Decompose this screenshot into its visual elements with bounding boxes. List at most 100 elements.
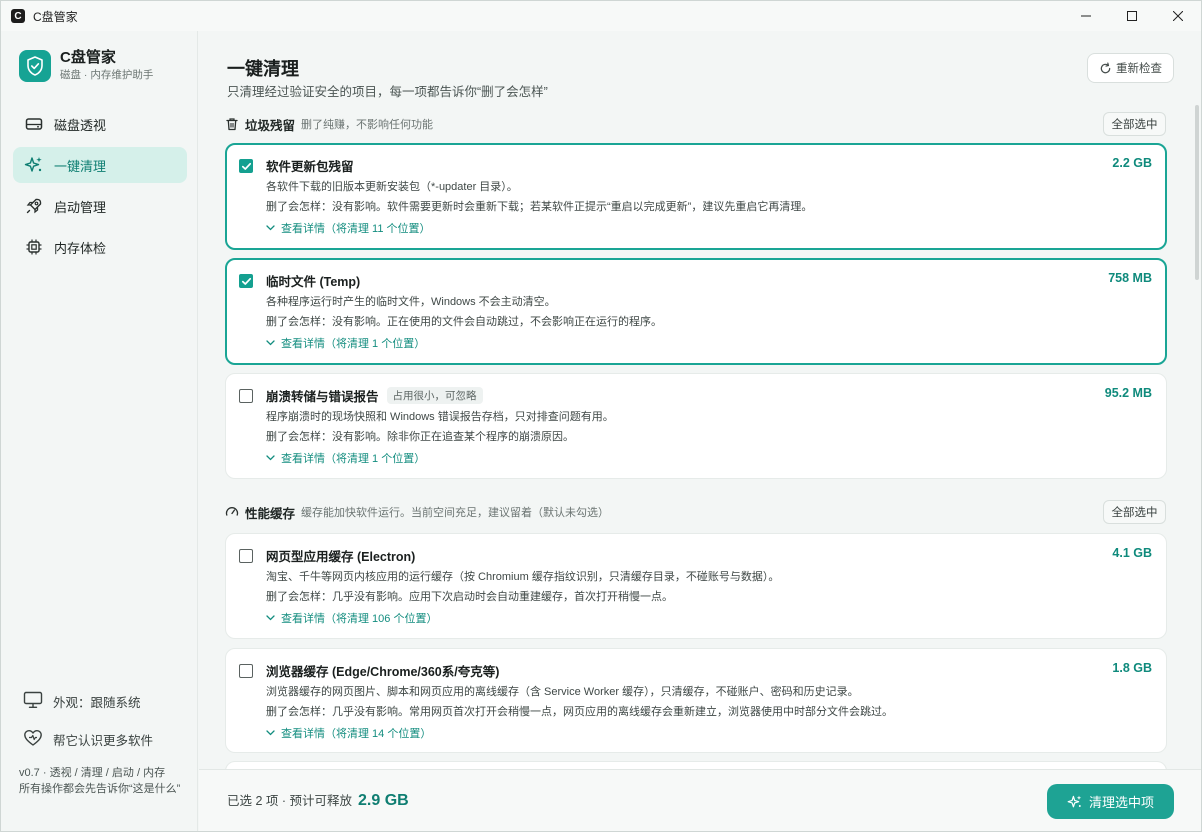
item-checkbox[interactable]: [239, 389, 253, 403]
item-checkbox[interactable]: [239, 274, 253, 288]
nav-label: 一键清理: [54, 158, 107, 174]
brand-name: C盘管家: [60, 49, 116, 66]
appearance-toggle[interactable]: 外观：跟随系统: [13, 683, 187, 719]
clean-item-card[interactable]: 软件更新包残留 2.2 GB 各软件下载的旧版本更新安装包（*-updater …: [225, 143, 1167, 250]
item-title-text: 临时文件 (Temp): [266, 275, 361, 289]
item-title: 浏览器缓存 (Edge/Chrome/360系/夸克等): [266, 661, 499, 680]
version-line: v0.7 · 透视 / 清理 / 启动 / 内存: [19, 767, 166, 779]
item-title: 软件更新包残留: [266, 156, 354, 175]
nav-item-disk-view[interactable]: 磁盘透视: [13, 106, 187, 142]
version-note: 所有操作都会先告诉你“这是什么”: [19, 783, 181, 795]
sparkle-icon: [1067, 795, 1082, 807]
item-impact: 删了会怎样：没有影响。正在使用的文件会自动跳过，不会影响正在运行的程序。: [266, 316, 662, 328]
view-details-link[interactable]: 查看详情（将清理 14 个位置）: [266, 725, 431, 741]
nav-label: 启动管理: [54, 199, 107, 215]
chevron-down-icon: [266, 455, 275, 461]
sparkle-icon: [24, 155, 44, 175]
item-title-text: 网页型应用缓存 (Electron): [266, 550, 416, 564]
scrollbar-thumb[interactable]: [1195, 105, 1199, 280]
help-label: 帮它认识更多软件: [53, 733, 154, 748]
details-label: 查看详情（将清理 14 个位置）: [281, 728, 432, 740]
brand-subtitle: 磁盘 · 内存维护助手: [60, 69, 154, 81]
clean-item-card-partial[interactable]: [225, 761, 1167, 769]
rocket-icon: [24, 196, 44, 216]
item-checkbox[interactable]: [239, 159, 253, 173]
item-checkbox[interactable]: [239, 664, 253, 678]
version-info: v0.7 · 透视 / 清理 / 启动 / 内存 所有操作都会先告诉你“这是什么…: [19, 765, 184, 797]
nav-item-memory-check[interactable]: 内存体检: [13, 229, 187, 265]
item-desc: 淘宝、千牛等网页内核应用的运行缓存（按 Chromium 缓存指纹识别，只清缓存…: [266, 571, 780, 583]
item-size: 95.2 MB: [1104, 386, 1152, 400]
sidebar: C盘管家 磁盘 · 内存维护助手 磁盘透视 一键清理 启动管理 内存体检 外观：…: [1, 31, 198, 831]
total-size: 2.9 GB: [358, 792, 409, 809]
window-controls: [1063, 1, 1201, 31]
details-label: 查看详情（将清理 1 个位置）: [281, 453, 426, 465]
item-title-text: 软件更新包残留: [266, 160, 354, 174]
help-recognize-software[interactable]: 帮它认识更多软件: [13, 721, 187, 757]
gauge-icon: [225, 507, 239, 516]
item-desc: 各种程序运行时产生的临时文件，Windows 不会主动清空。: [266, 296, 556, 308]
clean-item-card[interactable]: 浏览器缓存 (Edge/Chrome/360系/夸克等) 1.8 GB 浏览器缓…: [225, 648, 1167, 753]
nav-item-startup-manager[interactable]: 启动管理: [13, 188, 187, 224]
chevron-down-icon: [266, 225, 275, 231]
section-desc: 缓存能加快软件运行。当前空间充足，建议留着（默认未勾选）: [301, 507, 610, 519]
clean-button-label: 清理选中项: [1088, 795, 1154, 810]
view-details-link[interactable]: 查看详情（将清理 11 个位置）: [266, 220, 431, 236]
app-icon: C: [11, 9, 25, 23]
trash-icon: [226, 118, 238, 131]
view-details-link[interactable]: 查看详情（将清理 1 个位置）: [266, 335, 425, 351]
nav-label: 磁盘透视: [54, 117, 107, 133]
clean-item-card[interactable]: 网页型应用缓存 (Electron) 4.1 GB 淘宝、千牛等网页内核应用的运…: [225, 533, 1167, 639]
details-label: 查看详情（将清理 11 个位置）: [281, 223, 431, 235]
nav-item-one-click-clean[interactable]: 一键清理: [13, 147, 187, 183]
clean-selected-button[interactable]: 清理选中项: [1047, 784, 1174, 819]
maximize-icon: [1127, 11, 1137, 21]
check-icon: [241, 162, 252, 170]
select-all-button[interactable]: 全部选中: [1103, 112, 1166, 136]
appearance-label: 外观：跟随系统: [53, 695, 141, 710]
nav-label: 内存体检: [54, 240, 107, 256]
select-all-button[interactable]: 全部选中: [1103, 500, 1166, 524]
chip-icon: [24, 237, 44, 257]
item-checkbox[interactable]: [239, 549, 253, 563]
item-size: 2.2 GB: [1112, 156, 1152, 170]
clean-item-card[interactable]: 临时文件 (Temp) 758 MB 各种程序运行时产生的临时文件，Window…: [225, 258, 1167, 365]
clean-item-card[interactable]: 崩溃转储与错误报告 占用很小，可忽略 95.2 MB 程序崩溃时的现场快照和 W…: [225, 373, 1167, 479]
maximize-button[interactable]: [1109, 1, 1155, 31]
view-details-link[interactable]: 查看详情（将清理 1 个位置）: [266, 450, 425, 466]
disk-icon: [24, 114, 44, 134]
item-impact: 删了会怎样：没有影响。软件需要更新时会重新下载；若某软件正提示“重启以完成更新”…: [266, 201, 813, 213]
details-label: 查看详情（将清理 1 个位置）: [281, 338, 426, 350]
chevron-down-icon: [266, 615, 275, 621]
close-icon: [1173, 11, 1183, 21]
recheck-button[interactable]: 重新检查: [1087, 53, 1174, 83]
item-impact: 删了会怎样：几乎没有影响。常用网页首次打开会稍慢一点，网页应用的离线缓存会重新建…: [266, 706, 893, 718]
app-window: C C盘管家 C盘管家 磁盘 · 内存维护助手 磁盘透视 一键清理 启动管理 内…: [0, 0, 1202, 832]
footer-bar: 已选 2 项 · 预计可释放 2.9 GB 清理选中项: [199, 769, 1201, 831]
item-tag: 占用很小，可忽略: [386, 387, 483, 404]
view-details-link[interactable]: 查看详情（将清理 106 个位置）: [266, 610, 437, 626]
page-subtitle: 只清理经过验证安全的项目，每一项都告诉你“删了会怎样”: [227, 85, 548, 99]
section-title: 性能缓存: [245, 506, 296, 521]
heart-icon: [23, 729, 43, 750]
chevron-down-icon: [266, 730, 275, 736]
section-title: 垃圾残留: [245, 118, 296, 133]
recheck-label: 重新检查: [1116, 63, 1162, 75]
item-title: 网页型应用缓存 (Electron): [266, 546, 415, 565]
item-desc: 程序崩溃时的现场快照和 Windows 错误报告存档，只对排查问题有用。: [266, 411, 614, 423]
item-size: 1.8 GB: [1112, 661, 1152, 675]
summary-text: 已选 2 项 · 预计可释放: [227, 794, 353, 808]
item-impact: 删了会怎样：没有影响。除非你正在追查某个程序的崩溃原因。: [266, 431, 574, 443]
chevron-down-icon: [266, 340, 275, 346]
selection-summary: 已选 2 项 · 预计可释放 2.9 GB: [227, 790, 409, 810]
page-title: 一键清理: [227, 59, 299, 79]
details-label: 查看详情（将清理 106 个位置）: [281, 613, 438, 625]
check-icon: [241, 277, 252, 285]
section-header-cache: 性能缓存 缓存能加快软件运行。当前空间充足，建议留着（默认未勾选）: [225, 501, 609, 523]
nav-menu: 磁盘透视 一键清理 启动管理 内存体检: [13, 106, 187, 270]
window-title: C盘管家: [33, 9, 78, 24]
minimize-button[interactable]: [1063, 1, 1109, 31]
close-button[interactable]: [1155, 1, 1201, 31]
section-header-junk: 垃圾残留 删了纯赚，不影响任何功能: [225, 113, 433, 135]
minimize-icon: [1081, 15, 1091, 17]
